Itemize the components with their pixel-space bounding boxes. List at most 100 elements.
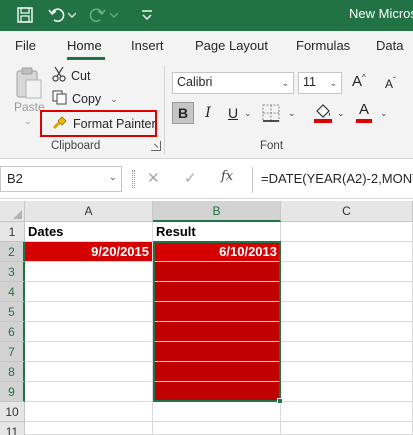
cut-label: Cut [71,68,91,83]
chevron-down-icon: ⌄ [281,78,289,88]
save-icon[interactable] [14,4,36,26]
redo-dropdown-icon[interactable] [108,4,120,26]
copy-button[interactable]: Copy ⌄ [52,90,118,108]
redo-icon[interactable] [86,4,108,26]
undo-dropdown-icon[interactable] [66,4,78,26]
cell-a6[interactable] [25,322,153,342]
tab-home[interactable]: Home [67,38,102,53]
row-header-8[interactable]: 8 [0,362,25,382]
formula-bar-splitter[interactable] [132,170,135,188]
bold-button[interactable]: B [172,102,194,124]
row-header-6[interactable]: 6 [0,322,25,342]
tab-page-layout[interactable]: Page Layout [195,38,268,53]
bold-glyph: B [177,105,189,121]
undo-icon[interactable] [46,4,68,26]
borders-icon[interactable] [262,104,282,124]
cell-b1[interactable]: Result [153,222,281,242]
cancel-icon[interactable]: ✕ [147,169,160,187]
font-color-swatch [356,119,372,123]
formula-input[interactable]: =DATE(YEAR(A2)-2,MONT [252,167,413,193]
decrease-font-icon[interactable]: Aˇ [385,76,396,91]
font-size-select[interactable]: 11 ⌄ [298,72,342,94]
row-header-3[interactable]: 3 [0,262,25,282]
row-header-7[interactable]: 7 [0,342,25,362]
borders-dropdown-icon[interactable]: ⌄ [288,108,296,119]
row-header-10[interactable]: 10 [0,402,25,422]
cell-c7[interactable] [281,342,413,362]
column-header-a[interactable]: A [25,201,153,222]
cell-c1[interactable] [281,222,413,242]
scissors-icon [52,66,66,85]
underline-button[interactable]: U [222,102,244,124]
cell-b10[interactable] [153,402,281,422]
cell-c11[interactable] [281,422,413,435]
tab-insert[interactable]: Insert [131,38,164,53]
cell-c9[interactable] [281,382,413,402]
insert-function-button[interactable]: fx [221,169,233,184]
cell-a5[interactable] [25,302,153,322]
paste-icon[interactable] [14,66,44,100]
copy-icon [52,90,67,108]
fill-handle[interactable] [277,398,283,404]
copy-dropdown-icon[interactable]: ⌄ [110,94,118,105]
selection-range-border [153,241,281,402]
column-header-c[interactable]: C [281,201,413,222]
row-header-11[interactable]: 11 [0,422,25,435]
cell-a11[interactable] [25,422,153,435]
font-group-label: Font [260,140,284,152]
cell-a1[interactable]: Dates [25,222,153,242]
font-color-dropdown-icon[interactable]: ⌄ [380,108,388,119]
underline-glyph: U [227,105,239,121]
italic-glyph: I [205,105,211,121]
font-color-icon[interactable]: A [356,101,372,125]
font-name-select[interactable]: Calibri ⌄ [172,72,294,94]
cell-a7[interactable] [25,342,153,362]
cell-a10[interactable] [25,402,153,422]
cell-c8[interactable] [281,362,413,382]
format-painter-highlight [40,110,157,137]
group-separator [164,66,165,154]
cell-c4[interactable] [281,282,413,302]
cell-a4[interactable] [25,282,153,302]
cell-a8[interactable] [25,362,153,382]
clipboard-group-label: Clipboard [51,140,101,152]
column-header-b[interactable]: B [153,201,281,222]
row-header-9[interactable]: 9 [0,382,25,402]
underline-dropdown-icon[interactable]: ⌄ [244,108,252,119]
font-name-value: Calibri [177,75,213,89]
cut-button[interactable]: Cut [52,66,90,85]
cell-c10[interactable] [281,402,413,422]
tab-data[interactable]: Data [376,38,403,53]
cell-c3[interactable] [281,262,413,282]
copy-label: Copy [72,92,102,106]
font-color-glyph: A [358,101,369,118]
clipboard-launcher-icon[interactable] [151,141,161,151]
fill-color-icon[interactable] [313,102,333,124]
window-title: New Micros [349,6,413,21]
cell-b11[interactable] [153,422,281,435]
select-all-button[interactable] [0,201,25,222]
cell-c2[interactable] [281,242,413,262]
row-header-5[interactable]: 5 [0,302,25,322]
name-box-value: B2 [7,171,23,186]
cell-c6[interactable] [281,322,413,342]
row-header-1[interactable]: 1 [0,222,25,242]
chevron-down-icon: ⌄ [329,78,337,88]
row-header-2[interactable]: 2 [0,242,25,262]
tab-file[interactable]: File [15,38,36,53]
cell-a9[interactable] [25,382,153,402]
row-header-4[interactable]: 4 [0,282,25,302]
customize-icon[interactable] [136,4,158,26]
cell-a3[interactable] [25,262,153,282]
name-box-dropdown-icon[interactable]: ⌄ [109,172,117,183]
cell-a2[interactable]: 9/20/2015 [25,242,153,262]
tab-formulas[interactable]: Formulas [296,38,350,53]
increase-font-icon[interactable]: A^ [352,73,366,90]
cell-c5[interactable] [281,302,413,322]
italic-button[interactable]: I [197,102,219,124]
active-tab-indicator [67,57,105,60]
fill-color-dropdown-icon[interactable]: ⌄ [337,108,345,119]
name-box[interactable]: B2 [0,166,122,192]
enter-icon[interactable]: ✓ [184,169,197,187]
paste-dropdown-icon[interactable]: ⌄ [24,116,32,127]
